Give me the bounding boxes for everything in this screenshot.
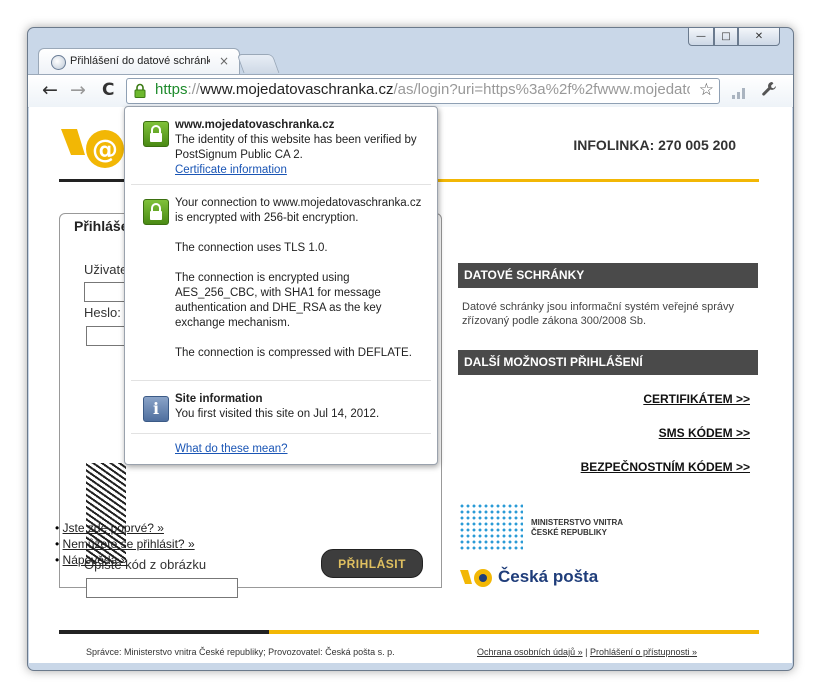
security-info-popup: www.mojedatovaschranka.cz The identity o… [124, 106, 438, 465]
wrench-icon[interactable] [761, 81, 777, 101]
compression-text: The connection is compressed with DEFLAT… [175, 347, 412, 359]
popup-divider [131, 380, 431, 381]
datove-schranky-logo: @ [61, 129, 124, 168]
info-icon: i [143, 396, 169, 422]
browser-tab[interactable]: Přihlášení do datové schránky × [38, 48, 240, 75]
login-sms-link[interactable]: SMS KÓDEM >> [659, 426, 750, 440]
link-first-time[interactable]: • Jste zde poprvé? » [55, 521, 195, 535]
login-links: • Jste zde poprvé? » • Nemůžete se přihl… [55, 521, 195, 569]
accessibility-link[interactable]: Prohlášení o přístupnosti » [590, 647, 697, 657]
lock-icon[interactable] [134, 83, 146, 102]
what-do-these-mean-link[interactable]: What do these mean? [175, 443, 288, 455]
link-cannot-login[interactable]: • Nemůžete se přihlásit? » [55, 537, 195, 551]
maximize-button[interactable]: □ [714, 27, 738, 46]
tab-title: Přihlášení do datové schránky [70, 55, 210, 67]
back-button[interactable]: ← [42, 79, 58, 101]
password-label: Heslo: [84, 305, 121, 320]
window-controls: — □ ✕ [688, 27, 780, 46]
signal-bars-icon[interactable] [732, 84, 746, 103]
help-section: What do these mean? [175, 442, 425, 457]
popup-divider [131, 184, 431, 185]
ceska-posta-logo-icon [460, 569, 492, 587]
ministry-logo-icon [459, 503, 523, 551]
login-certificate-link[interactable]: CERTIFIKÁTEM >> [643, 392, 750, 406]
minimize-button[interactable]: — [688, 27, 714, 46]
close-button[interactable]: ✕ [738, 27, 780, 46]
svg-text:@: @ [92, 135, 118, 165]
footer-divider [59, 630, 759, 634]
login-security-code-link[interactable]: BEZPEČNOSTNÍM KÓDEM >> [581, 460, 750, 474]
dalsi-moznosti-header: DALŠÍ MOŽNOSTI PŘIHLÁŠENÍ [458, 350, 758, 375]
cipher-text: The connection is encrypted using AES_25… [175, 272, 382, 329]
new-tab-button[interactable] [236, 54, 280, 73]
bookmark-star-icon[interactable]: ☆ [699, 80, 714, 100]
globe-icon [51, 55, 66, 70]
browser-toolbar: ← → C https://www.mojedatovaschranka.cz/… [28, 74, 793, 108]
site-info-section: Site information You first visited this … [175, 392, 425, 422]
certificate-info-link[interactable]: Certificate information [175, 164, 287, 176]
address-bar[interactable]: https://www.mojedatovaschranka.cz/as/log… [126, 78, 720, 104]
ceska-posta-text: Česká pošta [498, 567, 599, 586]
login-button[interactable]: PŘIHLÁSIT [321, 549, 423, 578]
infolinka: INFOLINKA: 270 005 200 [573, 137, 736, 153]
reload-button[interactable]: C [102, 79, 114, 101]
encryption-text: Your connection to www.mojedatovaschrank… [175, 197, 422, 224]
privacy-link[interactable]: Ochrana osobních údajů » [477, 647, 583, 657]
footer-left: Správce: Ministerstvo vnitra České repub… [86, 647, 395, 657]
datove-schranky-text: Datové schránky jsou informační systém v… [462, 301, 735, 327]
site-info-title: Site information [175, 393, 263, 405]
url-text: https://www.mojedatovaschranka.cz/as/log… [155, 81, 690, 98]
lock-icon [143, 121, 169, 147]
link-help[interactable]: • Nápověda » [55, 553, 195, 567]
captcha-input[interactable] [86, 578, 238, 598]
popup-site-name: www.mojedatovaschranka.cz [175, 119, 335, 131]
footer-links: Ochrana osobních údajů » | Prohlášení o … [477, 647, 698, 657]
forward-button[interactable]: → [70, 79, 86, 101]
popup-divider [131, 433, 431, 434]
identity-section: www.mojedatovaschranka.cz The identity o… [175, 118, 425, 178]
datove-schranky-header: DATOVÉ SCHRÁNKY [458, 263, 758, 288]
identity-text: The identity of this website has been ve… [175, 134, 417, 161]
tab-close-icon[interactable]: × [219, 54, 229, 68]
ministry-logo-text: MINISTERSTVO VNITRA ČESKÉ REPUBLIKY [531, 518, 624, 537]
lock-icon [143, 199, 169, 225]
tls-text: The connection uses TLS 1.0. [175, 242, 328, 254]
site-info-text: You first visited this site on Jul 14, 2… [175, 408, 380, 420]
encryption-section: Your connection to www.mojedatovaschrank… [175, 196, 425, 361]
